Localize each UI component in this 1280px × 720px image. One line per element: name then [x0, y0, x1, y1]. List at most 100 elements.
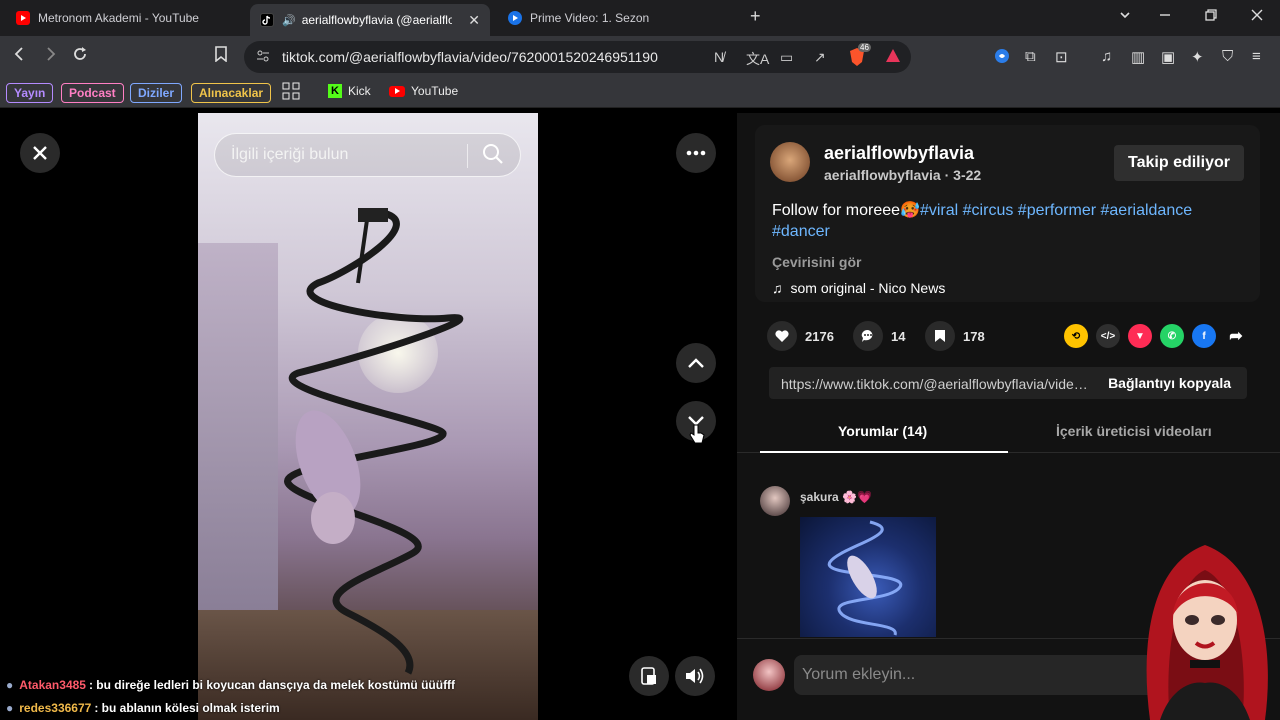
prime-video-icon: [508, 11, 522, 25]
youtube-icon: [16, 11, 30, 25]
bookmarks-bar: Yayın Podcast Diziler Alınacaklar K Kick…: [0, 78, 1280, 108]
new-tab-button[interactable]: +: [750, 6, 761, 27]
music-icon[interactable]: ♫: [1101, 48, 1112, 65]
extensions-puzzle-icon[interactable]: ⧉: [1025, 48, 1036, 65]
menu-icon[interactable]: ≡: [1252, 48, 1261, 65]
pip-button[interactable]: [629, 656, 669, 696]
tiktok-video-page: İlgili içeriği bulun ● Atakan3485 : bu d…: [0, 113, 1280, 720]
search-icon[interactable]: [482, 143, 504, 170]
like-count: 2176: [805, 328, 834, 344]
brave-shields-icon[interactable]: 46: [848, 43, 871, 70]
wallet-icon[interactable]: ▣: [1161, 48, 1175, 66]
comment-count: 14: [891, 328, 906, 344]
site-settings-icon[interactable]: [256, 49, 270, 66]
restore-icon[interactable]: [1204, 8, 1218, 25]
heart-icon: [767, 321, 797, 351]
translate-icon[interactable]: 文A: [746, 49, 769, 69]
youtube-icon: [389, 85, 405, 97]
speaker-icon[interactable]: 🔊: [282, 14, 296, 27]
tab-title: Prime Video: 1. Sezon: [530, 11, 650, 25]
sidebar-icon[interactable]: ▥: [1131, 48, 1145, 66]
video-link-text[interactable]: https://www.tiktok.com/@aerialflowbyflav…: [781, 376, 1089, 392]
save-count: 178: [963, 328, 985, 344]
commenter-name[interactable]: şakura 🌸💗: [800, 490, 872, 504]
see-translation-link[interactable]: Çevirisini gör: [772, 254, 861, 270]
close-icon: [33, 146, 47, 160]
brave-rewards-icon[interactable]: [884, 47, 902, 68]
bookmark-yayin[interactable]: Yayın: [6, 83, 54, 103]
close-tab-icon[interactable]: ✕: [468, 12, 480, 29]
bookmark-diziler[interactable]: Diziler: [130, 83, 183, 103]
bookmark-icon: [925, 321, 955, 351]
video-player[interactable]: İlgili içeriği bulun: [198, 113, 538, 720]
copy-link-row: https://www.tiktok.com/@aerialflowbyflav…: [769, 367, 1247, 399]
tab-prime-video[interactable]: Prime Video: 1. Sezon: [498, 4, 738, 32]
cast-icon[interactable]: ▭: [780, 49, 793, 66]
tab-strip: Metronom Akademi - YouTube 🔊 aerialflowb…: [0, 0, 1280, 36]
hashtag[interactable]: #aerialdance: [1101, 202, 1193, 219]
comment-image[interactable]: [800, 517, 936, 637]
chat-user: Atakan3485: [19, 678, 86, 692]
video-search-box[interactable]: İlgili içeriği bulun: [214, 133, 521, 177]
tab-tiktok[interactable]: 🔊 aerialflowbyflavia (@aerialflo ✕: [250, 4, 490, 36]
commenter-avatar[interactable]: [760, 486, 790, 516]
share-arrow-icon[interactable]: ➦: [1224, 324, 1248, 348]
chat-message: ● redes336677 : bu ablanın kölesi olmak …: [6, 701, 280, 715]
bookmark-youtube[interactable]: YouTube: [389, 84, 458, 98]
reload-icon[interactable]: [72, 46, 88, 67]
extension-blue-icon[interactable]: [994, 48, 1010, 68]
url-text: tiktok.com/@aerialflowbyflavia/video/762…: [282, 49, 658, 65]
copy-link-button[interactable]: Bağlantıyı kopyala: [1108, 375, 1231, 391]
hashtag[interactable]: #dancer: [772, 223, 830, 240]
comment-button[interactable]: 14: [853, 321, 905, 351]
share-page-icon[interactable]: ↗: [814, 49, 826, 66]
forward-icon[interactable]: [42, 46, 58, 67]
screenshot-icon[interactable]: ⊡: [1055, 48, 1068, 66]
sound-link[interactable]: ♫ som original - Nico News: [772, 280, 945, 296]
author-subline: aerialflowbyflavia · 3-22: [824, 167, 982, 183]
send-icon[interactable]: ▼: [1128, 324, 1152, 348]
volume-icon: [686, 668, 704, 684]
no-translate-icon[interactable]: N̸: [714, 49, 724, 65]
whatsapp-icon[interactable]: ✆: [1160, 324, 1184, 348]
author-avatar[interactable]: [770, 142, 810, 182]
bookmark-alinacaklar[interactable]: Alınacaklar: [191, 83, 272, 103]
like-button[interactable]: 2176: [767, 321, 834, 351]
bookmark-podcast[interactable]: Podcast: [61, 83, 124, 103]
picture-in-picture-icon: [641, 667, 656, 685]
tab-search-chevron-icon[interactable]: [1118, 8, 1132, 25]
bookmark-icon[interactable]: [214, 46, 228, 67]
vpn-shield-icon[interactable]: ⛉: [1222, 48, 1233, 65]
sound-name: som original - Nico News: [790, 280, 946, 296]
tiktok-icon: [260, 13, 274, 27]
bookmark-youtube-label: YouTube: [411, 84, 459, 98]
more-options-button[interactable]: [676, 133, 716, 173]
hashtag[interactable]: #viral: [920, 202, 958, 219]
embed-icon[interactable]: </>: [1096, 324, 1120, 348]
tab-creator-videos[interactable]: İçerik üreticisi videoları: [1056, 423, 1212, 439]
chat-dot-icon: ●: [6, 701, 14, 715]
bookmark-kick[interactable]: K Kick: [328, 84, 371, 98]
kick-icon: K: [328, 84, 342, 98]
apps-grid-icon[interactable]: [282, 82, 300, 100]
volume-button[interactable]: [675, 656, 715, 696]
window-close-icon[interactable]: [1250, 8, 1264, 25]
tab-comments[interactable]: Yorumlar (14): [838, 423, 927, 439]
hashtag[interactable]: #circus: [963, 202, 1014, 219]
save-button[interactable]: 178: [925, 321, 985, 351]
leo-ai-icon[interactable]: ✦: [1191, 48, 1204, 66]
facebook-icon[interactable]: f: [1192, 324, 1216, 348]
close-video-button[interactable]: [20, 133, 60, 173]
comment-placeholder: Yorum ekleyin...: [802, 666, 916, 683]
back-icon[interactable]: [12, 46, 28, 67]
tab-youtube[interactable]: Metronom Akademi - YouTube: [6, 4, 246, 32]
author-name[interactable]: aerialflowbyflavia: [824, 143, 974, 164]
minimize-icon[interactable]: [1158, 8, 1172, 25]
chat-text: : bu direğe ledleri bi koyucan dansçıya …: [88, 678, 456, 692]
hashtag[interactable]: #performer: [1018, 202, 1096, 219]
previous-video-button[interactable]: [676, 343, 716, 383]
address-bar[interactable]: tiktok.com/@aerialflowbyflavia/video/762…: [244, 41, 911, 73]
repost-icon[interactable]: ⟲: [1064, 324, 1088, 348]
panel-tabs: Yorumlar (14) İçerik üreticisi videoları: [737, 409, 1280, 453]
following-button[interactable]: Takip ediliyor: [1114, 145, 1244, 181]
